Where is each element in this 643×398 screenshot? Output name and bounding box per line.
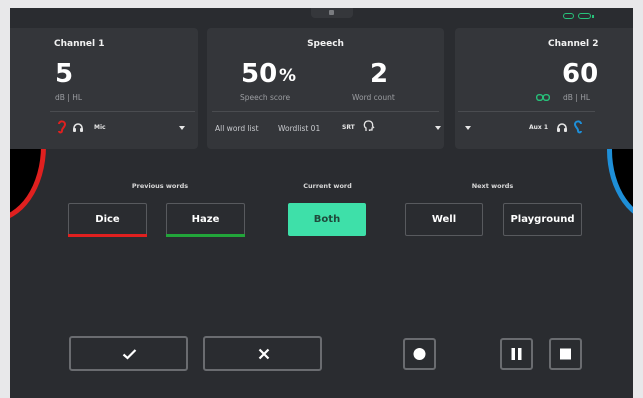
checkmark-icon xyxy=(122,349,137,360)
channel-2-panel: Channel 2 60 dB | HL Aux 1 xyxy=(455,28,633,149)
channel-2-title: Channel 2 xyxy=(548,39,599,49)
previous-word-text: Dice xyxy=(95,214,120,225)
channel-1-level[interactable]: 5 xyxy=(55,61,73,87)
channel-1-dropdown-icon[interactable] xyxy=(179,126,185,130)
channel-2-unit: dB | HL xyxy=(563,93,591,102)
channel-2-input[interactable]: Aux 1 xyxy=(529,124,548,131)
channel-2-divider xyxy=(458,111,595,112)
drag-handle[interactable] xyxy=(311,8,353,18)
speech-mode[interactable]: SRT xyxy=(342,124,355,131)
channel-2-dropdown-icon[interactable] xyxy=(465,126,471,130)
pause-icon xyxy=(511,348,522,360)
speech-panel: Speech 50 % Speech score 2 Word count Al… xyxy=(207,28,444,149)
headphones-icon xyxy=(73,123,83,132)
channel-1-unit: dB | HL xyxy=(55,93,83,102)
word-count-label: Word count xyxy=(352,93,395,102)
current-word-label: Current word xyxy=(303,182,352,190)
channel-1-panel: Channel 1 5 dB | HL Mic xyxy=(10,28,198,149)
link-channels-icon[interactable] xyxy=(536,94,550,101)
next-word-button[interactable]: Playground xyxy=(503,203,582,236)
ear-left-icon xyxy=(58,120,67,134)
status-bar xyxy=(10,8,633,26)
previous-word-button[interactable]: Dice xyxy=(68,203,147,237)
app-screen: Channel 1 5 dB | HL Mic Speech 50 % Spee… xyxy=(10,8,633,398)
speech-title: Speech xyxy=(307,39,344,49)
battery-tip xyxy=(592,15,594,18)
channel-1-title: Channel 1 xyxy=(54,39,105,49)
channel-1-divider xyxy=(50,111,195,112)
speech-score-unit: % xyxy=(279,66,297,86)
channel-1-transducer[interactable]: Mic xyxy=(94,124,106,131)
speech-divider xyxy=(212,111,439,112)
link-icon xyxy=(563,13,574,19)
current-word-button[interactable]: Both xyxy=(288,203,366,236)
stop-button[interactable] xyxy=(549,338,582,370)
next-words-label: Next words xyxy=(471,182,514,190)
next-word-text: Playground xyxy=(510,214,575,225)
speech-dropdown-icon[interactable] xyxy=(435,126,441,130)
next-word-button[interactable]: Well xyxy=(405,203,483,236)
ear-right-icon xyxy=(573,120,582,134)
speech-score-value: 50 xyxy=(241,59,278,89)
word-list-label: All word list xyxy=(215,124,259,133)
status-icons xyxy=(563,13,603,21)
word-count-value: 2 xyxy=(370,59,389,89)
drag-handle-icon xyxy=(329,10,334,15)
word-list-value[interactable]: Wordlist 01 xyxy=(278,124,320,133)
incorrect-result-bar xyxy=(68,234,147,237)
speaking-head-icon xyxy=(363,120,375,131)
stop-icon xyxy=(560,348,571,360)
record-icon xyxy=(413,348,426,360)
mark-incorrect-button[interactable] xyxy=(203,336,322,371)
current-word-text: Both xyxy=(313,214,341,225)
channel-2-level[interactable]: 60 xyxy=(562,61,598,87)
battery-icon xyxy=(578,13,591,19)
previous-words-label: Previous words xyxy=(131,182,189,190)
close-icon xyxy=(258,348,270,360)
headphones-icon xyxy=(557,123,567,132)
speech-score-label: Speech score xyxy=(240,93,291,102)
correct-result-bar xyxy=(166,234,245,237)
pause-button[interactable] xyxy=(500,338,533,370)
record-button[interactable] xyxy=(403,338,436,370)
previous-word-button[interactable]: Haze xyxy=(166,203,245,237)
mark-correct-button[interactable] xyxy=(69,336,188,371)
previous-word-text: Haze xyxy=(191,214,220,225)
next-word-text: Well xyxy=(431,214,457,225)
